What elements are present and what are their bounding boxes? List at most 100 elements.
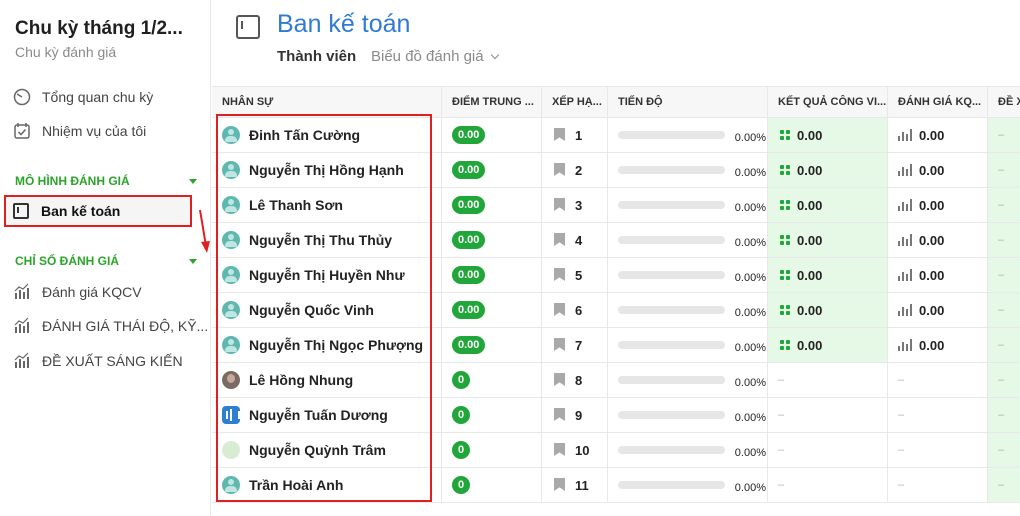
avatar <box>222 301 240 319</box>
avatar <box>222 161 240 179</box>
cell-avg-score: 0 <box>442 433 542 467</box>
cell-progress: 0.00% <box>608 258 768 292</box>
bookmark-icon <box>554 408 565 422</box>
table-row[interactable]: Nguyễn Thị Huyền Như 0.00 5 0.00% 0.00 0.00 – <box>212 258 1020 293</box>
cell-proposal[interactable]: – <box>988 433 1020 467</box>
sidebar-item-initiatives[interactable]: ĐỀ XUẤT SÁNG KIẾN <box>12 347 183 375</box>
table-row[interactable]: Nguyễn Tuấn Dương 0 9 0.00% – – – <box>212 398 1020 433</box>
cell-work-result[interactable]: 0.00 <box>768 258 888 292</box>
table-row[interactable]: Nguyễn Thị Hồng Hạnh 0.00 2 0.00% 0.00 0.00 – <box>212 153 1020 188</box>
cell-proposal[interactable]: – <box>988 258 1020 292</box>
member-name[interactable]: Nguyễn Quỳnh Trâm <box>249 442 386 458</box>
cell-kq-evaluation[interactable]: – <box>888 433 988 467</box>
cell-rank: 2 <box>542 153 608 187</box>
cell-proposal[interactable]: – <box>988 293 1020 327</box>
progress-bar <box>618 306 725 314</box>
table-row[interactable]: Nguyễn Quỳnh Trâm 0 10 0.00% – – – <box>212 433 1020 468</box>
cell-work-result[interactable]: – <box>768 468 888 502</box>
cell-work-result[interactable]: – <box>768 363 888 397</box>
cell-kq-evaluation[interactable]: – <box>888 398 988 432</box>
cell-work-result[interactable]: 0.00 <box>768 328 888 362</box>
rank-value: 10 <box>575 442 590 458</box>
bookmark-icon <box>554 303 565 317</box>
column-header-kq-evaluation[interactable]: ĐÁNH GIÁ KQ... <box>888 87 988 118</box>
cell-kq-evaluation[interactable]: – <box>888 363 988 397</box>
cell-staff: Lê Thanh Sơn <box>212 188 442 222</box>
table-row[interactable]: Nguyễn Quốc Vinh 0.00 6 0.00% 0.00 0.00 – <box>212 293 1020 328</box>
cell-work-result[interactable]: 0.00 <box>768 188 888 222</box>
member-name[interactable]: Lê Thanh Sơn <box>249 197 343 213</box>
member-name[interactable]: Nguyễn Thị Hồng Hạnh <box>249 162 404 178</box>
member-name[interactable]: Nguyễn Quốc Vinh <box>249 302 374 318</box>
table-row[interactable]: Nguyễn Thị Thu Thủy 0.00 4 0.00% 0.00 0.00 – <box>212 223 1020 258</box>
cell-kq-evaluation[interactable]: 0.00 <box>888 328 988 362</box>
sidebar-item-label: ĐÁNH GIÁ THÁI ĐỘ, KỸ... <box>42 318 209 334</box>
section-label: MÔ HÌNH ĐÁNH GIÁ <box>15 174 130 188</box>
work-result-value: – <box>778 444 785 456</box>
sidebar-item-my-tasks[interactable]: Nhiệm vụ của tôi <box>12 117 146 145</box>
cell-proposal[interactable]: – <box>988 223 1020 257</box>
member-name[interactable]: Nguyễn Thị Ngọc Phượng <box>249 337 423 353</box>
sidebar-item-attitude[interactable]: ĐÁNH GIÁ THÁI ĐỘ, KỸ... <box>12 312 208 340</box>
column-header-work-result[interactable]: KẾT QUẢ CÔNG VI... <box>768 87 888 118</box>
cell-work-result[interactable]: – <box>768 433 888 467</box>
cell-proposal[interactable]: – <box>988 363 1020 397</box>
cell-proposal[interactable]: – <box>988 153 1020 187</box>
sidebar-item-ban-ke-toan[interactable]: Ban kế toán <box>4 195 192 227</box>
bookmark-icon <box>554 373 565 387</box>
sidebar-item-overview[interactable]: Tổng quan chu kỳ <box>12 83 153 111</box>
bookmark-icon <box>554 443 565 457</box>
table-row[interactable]: Nguyễn Thị Ngọc Phượng 0.00 7 0.00% 0.00 0.00… <box>212 328 1020 363</box>
proposal-value: – <box>998 199 1005 211</box>
cell-work-result[interactable]: – <box>768 398 888 432</box>
column-header-rank[interactable]: XẾP HẠ... <box>542 87 608 118</box>
sidebar-item-kqcv[interactable]: Đánh giá KQCV <box>12 278 142 306</box>
sidebar-item-label: Tổng quan chu kỳ <box>42 89 154 105</box>
grid-icon <box>780 235 790 245</box>
cell-work-result[interactable]: 0.00 <box>768 118 888 152</box>
cell-work-result[interactable]: 0.00 <box>768 153 888 187</box>
kq-evaluation-value: 0.00 <box>919 162 945 178</box>
cell-kq-evaluation[interactable]: 0.00 <box>888 188 988 222</box>
avatar <box>222 266 240 284</box>
cell-kq-evaluation[interactable]: 0.00 <box>888 118 988 152</box>
section-evaluation-models[interactable]: MÔ HÌNH ĐÁNH GIÁ <box>15 174 197 188</box>
kq-evaluation-value: 0.00 <box>919 232 945 248</box>
section-evaluation-metrics[interactable]: CHỈ SỐ ĐÁNH GIÁ <box>15 254 197 268</box>
member-name[interactable]: Trần Hoài Anh <box>249 477 343 493</box>
bookmark-icon <box>554 268 565 282</box>
cell-proposal[interactable]: – <box>988 118 1020 152</box>
table-row[interactable]: Lê Thanh Sơn 0.00 3 0.00% 0.00 0.00 – <box>212 188 1020 223</box>
tab-members[interactable]: Thành viên <box>277 48 356 65</box>
sidebar: Chu kỳ tháng 1/2... Chu kỳ đánh giá Tổng… <box>0 0 211 516</box>
member-name[interactable]: Nguyễn Thị Huyền Như <box>249 267 405 283</box>
cell-proposal[interactable]: – <box>988 328 1020 362</box>
cell-kq-evaluation[interactable]: 0.00 <box>888 258 988 292</box>
member-name[interactable]: Nguyễn Thị Thu Thủy <box>249 232 392 248</box>
cell-work-result[interactable]: 0.00 <box>768 293 888 327</box>
table-row[interactable]: Lê Hồng Nhung 0 8 0.00% – – – <box>212 363 1020 398</box>
column-header-proposal[interactable]: ĐỀ X <box>988 87 1020 118</box>
column-header-progress[interactable]: TIẾN ĐỘ <box>608 87 768 118</box>
cell-proposal[interactable]: – <box>988 188 1020 222</box>
cell-proposal[interactable]: – <box>988 468 1020 502</box>
progress-value: 0.00% <box>734 412 766 424</box>
member-name[interactable]: Nguyễn Tuấn Dương <box>249 407 388 423</box>
cell-proposal[interactable]: – <box>988 398 1020 432</box>
cell-kq-evaluation[interactable]: – <box>888 468 988 502</box>
cell-kq-evaluation[interactable]: 0.00 <box>888 153 988 187</box>
member-name[interactable]: Lê Hồng Nhung <box>249 372 353 388</box>
cell-kq-evaluation[interactable]: 0.00 <box>888 293 988 327</box>
table-row[interactable]: Đinh Tấn Cường 0.00 1 0.00% 0.00 0.00 – <box>212 118 1020 153</box>
cell-kq-evaluation[interactable]: 0.00 <box>888 223 988 257</box>
tab-evaluation-chart[interactable]: Biểu đồ đánh giá <box>371 48 499 65</box>
member-name[interactable]: Đinh Tấn Cường <box>249 127 360 143</box>
sidebar-item-label: Đánh giá KQCV <box>42 284 142 300</box>
cell-work-result[interactable]: 0.00 <box>768 223 888 257</box>
column-header-avg-score[interactable]: ĐIỂM TRUNG ... <box>442 87 542 118</box>
chart-icon <box>12 351 32 371</box>
tab-label: Biểu đồ đánh giá <box>371 48 484 65</box>
column-header-staff[interactable]: NHÂN SỰ <box>212 87 442 118</box>
table-row[interactable]: Trần Hoài Anh 0 11 0.00% – – – <box>212 468 1020 503</box>
progress-value: 0.00% <box>734 377 766 389</box>
